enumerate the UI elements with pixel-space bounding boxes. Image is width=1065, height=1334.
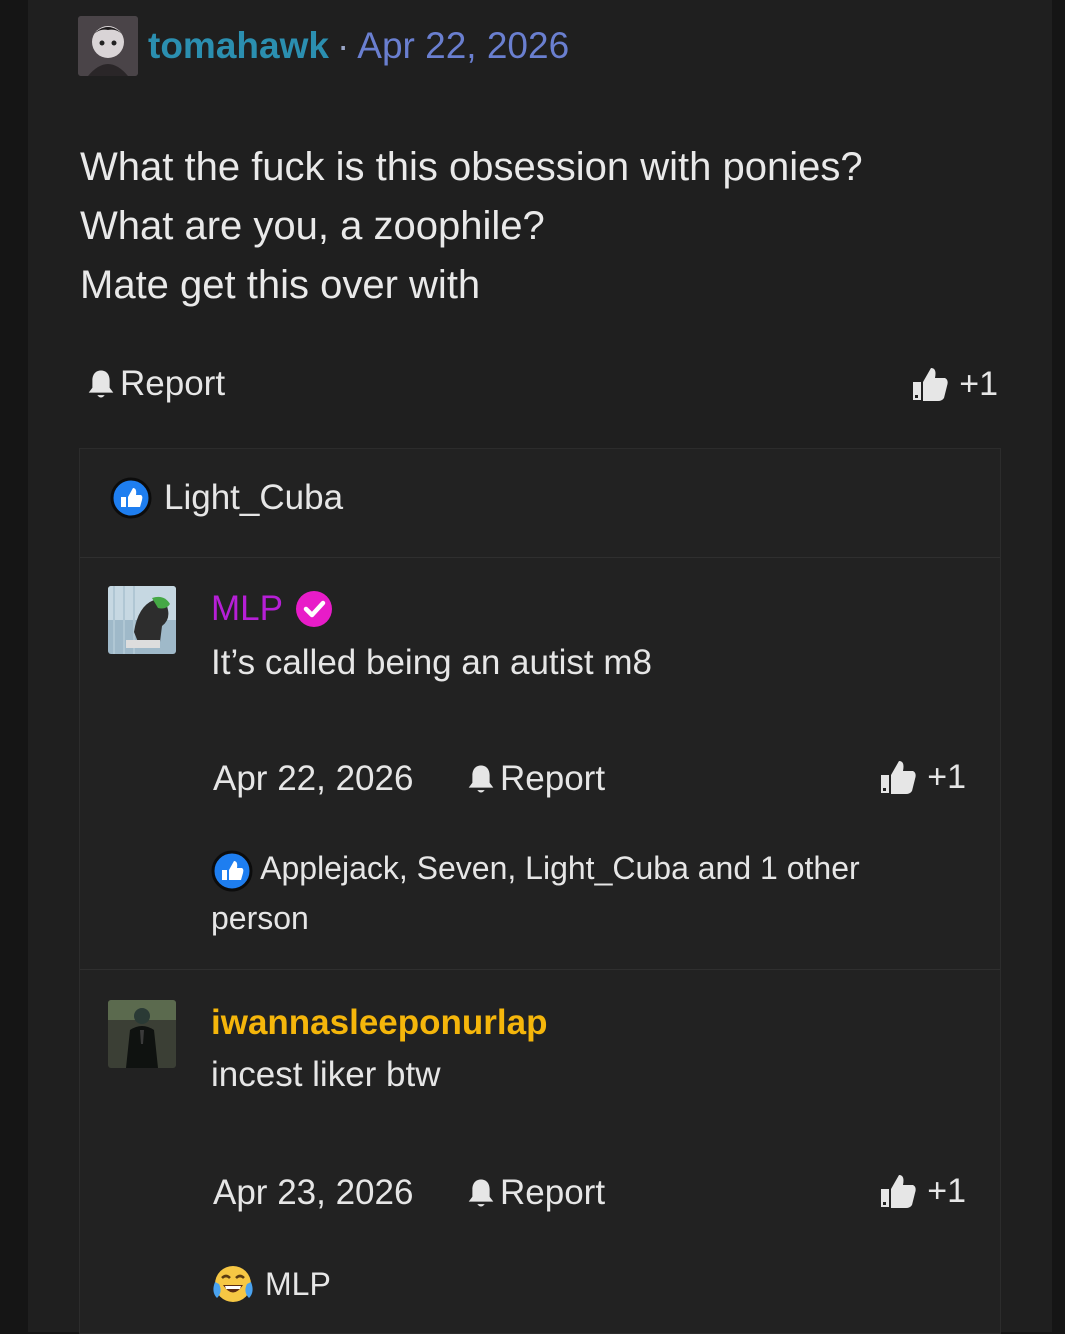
like-button[interactable]: +1 [879,1171,966,1211]
like-badge-icon [211,850,253,892]
report-label: Report [120,364,226,403]
post-date[interactable]: Apr 22, 2026 [357,25,569,67]
avatar[interactable] [78,16,138,76]
avatar[interactable] [108,1000,176,1068]
report-label: Report [500,759,606,798]
bell-icon [88,370,114,398]
replies-section: Light_Cuba MLP It’s called being an auti… [79,448,1001,1334]
like-count: +1 [927,1171,966,1210]
reactors-list[interactable]: Applejack, Seven, Light_Cuba and 1 other… [211,843,911,943]
comment-date[interactable]: Apr 22, 2026 [213,759,413,799]
thumbs-up-icon [881,761,916,794]
verified-badge-icon [295,591,332,627]
comment-item: MLP It’s called being an autist m8 Apr 2… [80,557,1000,969]
bell-icon [468,1179,494,1207]
thumbs-up-icon [881,1175,916,1208]
reaction-summary-names: Light_Cuba [164,478,344,517]
report-button[interactable]: Report [466,759,605,799]
avatar-image [108,1000,176,1068]
avatar[interactable] [108,586,176,654]
comment-date[interactable]: Apr 23, 2026 [213,1173,413,1213]
post-body: What the fuck is this obsession with pon… [80,138,863,315]
comment-text: It’s called being an autist m8 [211,643,653,682]
thumbs-up-icon [913,368,948,401]
report-button[interactable]: Report [466,1173,605,1213]
like-button[interactable]: +1 [911,364,998,404]
like-count: +1 [959,364,998,403]
comment-text: incest liker btw [211,1055,441,1094]
like-button[interactable]: +1 [879,757,966,797]
comment-username-label: MLP [211,589,283,628]
post-body-line: Mate get this over with [80,263,481,307]
laughing-crying-emoji-icon [213,1266,253,1302]
post-body-line: What the fuck is this obsession with pon… [80,145,863,189]
bell-icon [468,765,494,793]
separator: · [336,25,350,66]
avatar-image [108,586,176,654]
reactors-names: Applejack, Seven, Light_Cuba and 1 other [260,850,860,886]
comment-username[interactable]: MLP [211,589,333,629]
reactors-list[interactable]: MLP [211,1259,911,1309]
report-label: Report [500,1173,606,1212]
comment-item: iwannasleeponurlap incest liker btw Apr … [80,969,1000,1333]
post-username[interactable]: tomahawk [148,25,329,67]
page-container: tomahawk · Apr 22, 2026 What the fuck is… [28,0,1052,1334]
comment-username[interactable]: iwannasleeponurlap [211,1003,547,1043]
report-button[interactable]: Report [86,364,225,404]
reaction-summary[interactable]: Light_Cuba [110,477,343,519]
post-body-line: What are you, a zoophile? [80,204,545,248]
avatar-image [78,16,138,76]
reactors-names-cont: person [211,900,309,936]
reactors-names: MLP [265,1266,331,1302]
post-actions: Report +1 [86,360,998,410]
post-header: tomahawk · Apr 22, 2026 [78,16,569,76]
like-count: +1 [927,757,966,796]
like-badge-icon [110,477,152,519]
